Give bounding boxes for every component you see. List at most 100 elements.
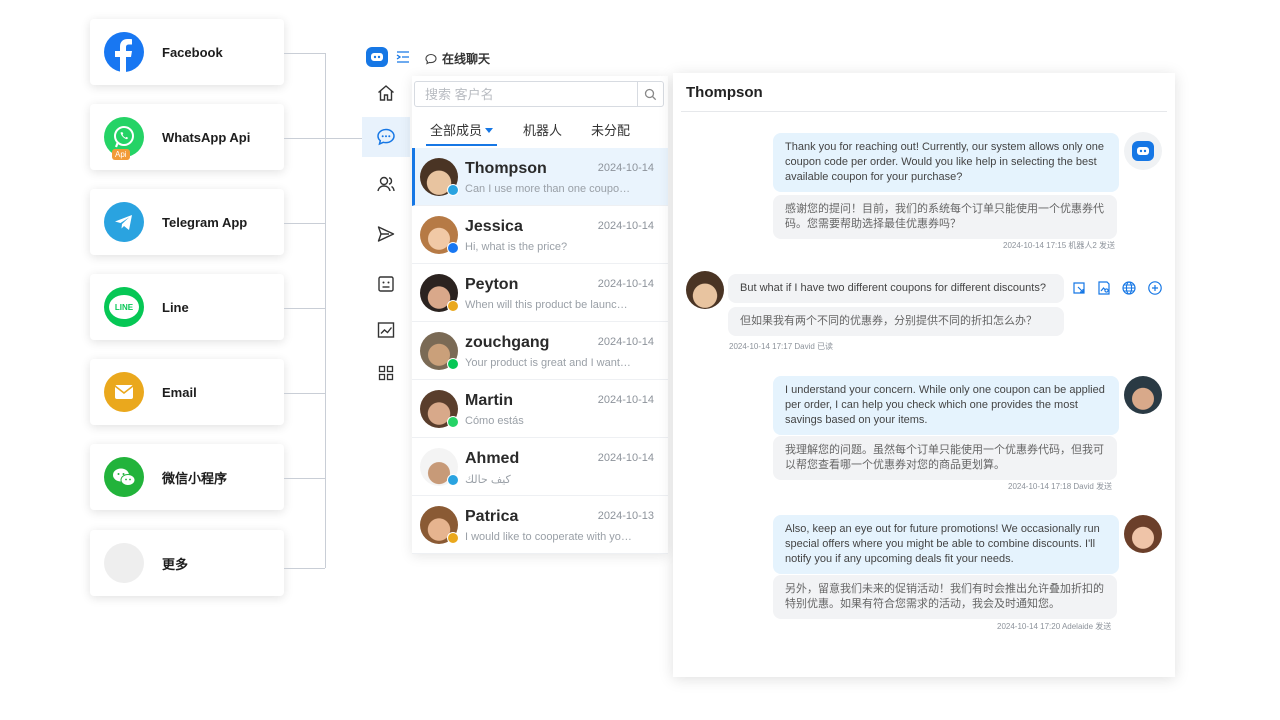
whatsapp-badge-icon — [447, 416, 459, 428]
connector — [284, 53, 325, 54]
email-badge-icon — [447, 532, 459, 544]
send-icon[interactable] — [362, 214, 410, 254]
email-icon — [104, 372, 144, 412]
facebook-icon — [104, 32, 144, 72]
whatsapp-icon: Api — [104, 117, 144, 160]
bot-avatar-icon — [1124, 132, 1162, 170]
telegram-badge-icon — [447, 184, 459, 196]
channel-card-more[interactable]: 更多 — [90, 530, 284, 596]
image-search-icon[interactable] — [1096, 280, 1112, 296]
connector — [284, 138, 325, 139]
facebook-badge-icon — [447, 242, 459, 254]
message-translation: 我理解您的问题。虽然每个订单只能使用一个优惠券代码，但我可以帮您查看哪一个优惠券… — [773, 436, 1117, 480]
robot-icon[interactable] — [362, 264, 410, 304]
conversation-item[interactable]: Patrica 2024-10-13 I would like to coope… — [412, 496, 668, 554]
apps-icon[interactable] — [362, 353, 410, 393]
email-badge-icon — [447, 300, 459, 312]
avatar — [1124, 376, 1162, 414]
conversation-item[interactable]: Ahmed 2024-10-14 كيف حالك — [412, 438, 668, 496]
message-meta: 2024-10-14 17:18 David 发送 — [1008, 482, 1113, 491]
conversation-preview: Your product is great and I want t... — [465, 357, 633, 369]
conversation-date: 2024-10-14 — [597, 278, 654, 290]
telegram-icon — [104, 202, 144, 242]
channel-card-facebook[interactable]: Facebook — [90, 19, 284, 85]
conversation-item[interactable]: Martin 2024-10-14 Cómo estás — [412, 380, 668, 438]
avatar — [686, 271, 724, 309]
add-icon[interactable] — [1147, 280, 1163, 296]
menu-toggle-icon[interactable] — [396, 50, 410, 64]
channel-name: 更多 — [162, 556, 189, 572]
divider — [681, 111, 1167, 112]
channel-card-wechat[interactable]: 微信小程序 — [90, 444, 284, 510]
message-translation: 感谢您的提问！目前，我们的系统每个订单只能使用一个优惠券代码。您需要帮助选择最佳… — [773, 195, 1117, 239]
message-bubble-outgoing: Also, keep an eye out for future promoti… — [773, 515, 1119, 574]
filter-tab-label: 机器人 — [523, 123, 563, 138]
avatar — [1124, 515, 1162, 553]
conversation-item[interactable]: Peyton 2024-10-14 When will this product… — [412, 264, 668, 322]
message-bubble-outgoing: I understand your concern. While only on… — [773, 376, 1119, 435]
conversation-preview: Hi, what is the price? — [465, 241, 568, 253]
message-translation: 另外，留意我们未来的促销活动！我们有时会推出允许叠加折扣的特别优惠。如果有符合您… — [773, 575, 1117, 619]
conversation-preview: Can I use more than one coupon ... — [465, 183, 633, 195]
search-box — [414, 81, 664, 107]
conversation-name: zouchgang — [465, 334, 550, 351]
filter-tab-robot[interactable]: 机器人 — [523, 120, 562, 146]
channel-card-email[interactable]: Email — [90, 359, 284, 425]
nav-rail — [362, 72, 410, 402]
conversation-date: 2024-10-14 — [597, 394, 654, 406]
message-translation: 但如果我有两个不同的优惠券，分别提供不同的折扣怎么办？ — [728, 307, 1064, 336]
search-input[interactable] — [415, 82, 637, 106]
channel-card-whatsapp[interactable]: Api WhatsApp Api — [90, 104, 284, 170]
connector — [284, 308, 325, 309]
filter-tabs: 全部成员 机器人 未分配 — [412, 120, 668, 146]
channel-name: WhatsApp Api — [162, 129, 251, 145]
message-bubble-incoming: But what if I have two different coupons… — [728, 274, 1064, 303]
conversation-name: Thompson — [465, 160, 547, 177]
api-badge: Api — [112, 149, 130, 160]
tab-label: 在线聊天 — [442, 52, 491, 66]
conversation-name: Patrica — [465, 508, 519, 525]
tab-online-chat[interactable]: 在线聊天 — [425, 50, 490, 67]
conversation-preview: I would like to cooperate with you... — [465, 531, 633, 543]
channel-card-telegram[interactable]: Telegram App — [90, 189, 284, 255]
conversation-date: 2024-10-14 — [597, 162, 654, 174]
contacts-icon[interactable] — [362, 164, 410, 204]
channel-name: Telegram App — [162, 214, 248, 230]
message-meta: 2024-10-14 17:20 Adelaide 发送 — [997, 622, 1112, 631]
connector-vertical — [325, 53, 326, 568]
filter-tab-unassigned[interactable]: 未分配 — [591, 120, 630, 146]
caret-down-icon — [485, 128, 494, 133]
channel-name: Facebook — [162, 44, 223, 60]
search-icon[interactable] — [637, 82, 663, 106]
translate-icon[interactable] — [1121, 280, 1137, 296]
conversation-date: 2024-10-14 — [597, 336, 654, 348]
screenshot-icon[interactable] — [1071, 280, 1087, 296]
conversation-panel: 全部成员 机器人 未分配 Thompson 2024-10-14 Can I u… — [412, 76, 668, 554]
conversation-item[interactable]: Thompson 2024-10-14 Can I use more than … — [412, 148, 668, 206]
filter-tab-all[interactable]: 全部成员 — [426, 120, 498, 146]
conversation-date: 2024-10-13 — [597, 510, 654, 522]
message-meta: 2024-10-14 17:15 机器人2 发送 — [1003, 241, 1116, 250]
channel-card-line[interactable]: LINE Line — [90, 274, 284, 340]
chart-icon[interactable] — [362, 310, 410, 350]
app-logo-icon[interactable] — [366, 47, 388, 67]
conversation-name: Martin — [465, 392, 513, 409]
connector — [284, 478, 325, 479]
chat-icon[interactable] — [362, 117, 410, 157]
channel-name: Email — [162, 384, 197, 400]
conversation-name: Peyton — [465, 276, 519, 293]
connector — [284, 568, 325, 569]
more-placeholder-icon — [104, 543, 144, 583]
conversation-name: Jessica — [465, 218, 523, 235]
line-icon: LINE — [104, 287, 144, 327]
message-bubble-outgoing: Thank you for reaching out! Currently, o… — [773, 133, 1119, 192]
conversation-list: Thompson 2024-10-14 Can I use more than … — [412, 148, 668, 554]
home-icon[interactable] — [362, 73, 410, 113]
line-badge-icon — [447, 358, 459, 370]
conversation-item[interactable]: Jessica 2024-10-14 Hi, what is the price… — [412, 206, 668, 264]
conversation-date: 2024-10-14 — [597, 452, 654, 464]
wechat-icon — [104, 457, 144, 497]
chat-panel: Thompson Thank you for reaching out! Cur… — [673, 73, 1175, 677]
conversation-item[interactable]: zouchgang 2024-10-14 Your product is gre… — [412, 322, 668, 380]
chat-title: Thompson — [686, 84, 763, 101]
